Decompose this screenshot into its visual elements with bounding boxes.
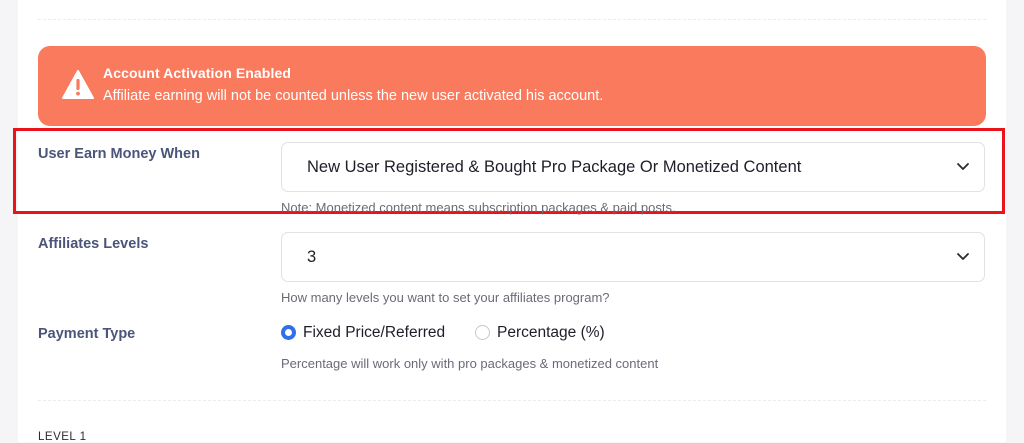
percentage-radio[interactable] <box>475 325 490 340</box>
fixed-price-radio-label[interactable]: Fixed Price/Referred <box>303 324 445 342</box>
warning-triangle-icon <box>62 70 94 99</box>
account-activation-alert: Account Activation Enabled Affiliate ear… <box>38 46 986 126</box>
divider <box>38 400 986 401</box>
payment-type-label: Payment Type <box>38 326 136 342</box>
chevron-down-icon <box>957 163 969 170</box>
level-section-label: LEVEL 1 <box>38 431 87 443</box>
earn-money-select[interactable]: New User Registered & Bought Pro Package… <box>281 142 985 192</box>
earn-money-note: Note: Monetized content means subscripti… <box>281 200 676 215</box>
chevron-down-icon <box>957 253 969 260</box>
earn-money-label: User Earn Money When <box>38 146 200 162</box>
affiliate-levels-select[interactable]: 3 <box>281 232 985 282</box>
affiliate-levels-note: How many levels you want to set your aff… <box>281 290 610 305</box>
fixed-price-radio[interactable] <box>281 325 296 340</box>
affiliate-levels-selected-value: 3 <box>307 248 317 266</box>
divider <box>38 19 986 20</box>
alert-title: Account Activation Enabled <box>103 65 291 81</box>
earn-money-selected-value: New User Registered & Bought Pro Package… <box>307 158 802 176</box>
alert-message: Affiliate earning will not be counted un… <box>103 88 604 104</box>
affiliate-levels-label: Affiliates Levels <box>38 236 149 252</box>
payment-type-note: Percentage will work only with pro packa… <box>281 356 659 371</box>
percentage-radio-label[interactable]: Percentage (%) <box>497 324 605 342</box>
